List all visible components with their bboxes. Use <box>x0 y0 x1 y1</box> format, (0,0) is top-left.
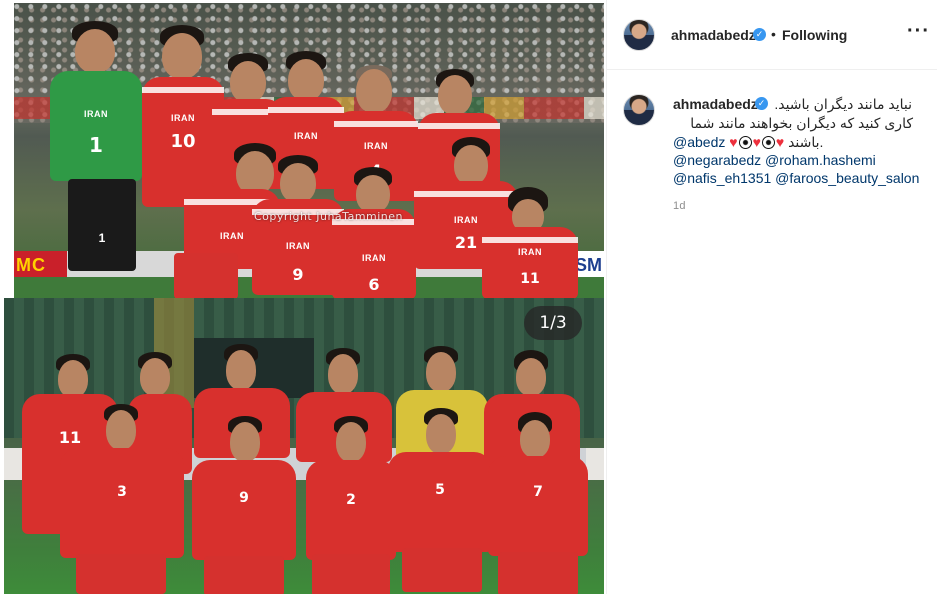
post-header: ahmadabedz ✓ • Following ··· <box>607 0 937 70</box>
soccer-ball-icon <box>738 136 752 149</box>
caption-line-2: کاری کنید که دیگران بخواهند مانند شما <box>690 115 913 131</box>
heart-icon: ♥ <box>752 134 761 150</box>
mention-abedz[interactable]: @abedz <box>673 134 725 150</box>
jersey-text: IRAN <box>84 109 108 119</box>
ad-board-right-text: SM <box>575 255 602 275</box>
caption-mentions-2[interactable]: @nafis_eh1351 @faroos_beauty_salon <box>673 170 919 186</box>
follow-button[interactable]: Following <box>782 27 847 43</box>
post-timestamp[interactable]: 1d <box>673 200 686 212</box>
caption-avatar[interactable] <box>623 94 655 126</box>
carousel-indicator: 1/3 <box>524 306 582 340</box>
team-photo-1998: MC SM IRAN 1 1 IRAN 10 IRAN IRAN IRAN IR… <box>14 3 604 299</box>
soccer-ball-icon <box>761 136 775 149</box>
verified-badge-icon: ✓ <box>753 28 766 41</box>
heart-icon: ♥ <box>729 134 738 150</box>
separator-dot: • <box>771 26 776 42</box>
caption-mentions-1[interactable]: @negarabedz @roham.hashemi <box>673 152 876 168</box>
team-photo-modern: 11 3 9 2 5 7 1/3 <box>4 298 604 594</box>
jersey-number: 1 <box>89 133 103 157</box>
caption-line-3: @abedz ♥ ♥ ♥ باشند. <box>673 134 823 151</box>
post-media[interactable]: MC SM IRAN 1 1 IRAN 10 IRAN IRAN IRAN IR… <box>0 0 606 594</box>
heart-icon: ♥ <box>775 134 785 150</box>
caption-line-3-text: باشند. <box>788 134 824 150</box>
photo-watermark: Copyright JuhaTamminen <box>254 210 404 223</box>
caption-emojis: ♥ ♥ ♥ <box>729 134 788 150</box>
header-username[interactable]: ahmadabedz <box>671 27 756 43</box>
ad-board-left-text: MC <box>16 255 46 275</box>
avatar[interactable] <box>623 19 655 51</box>
caption-line-1: نباید مانند دیگران باشید. <box>774 96 912 112</box>
post-side-panel: ahmadabedz ✓ • Following ··· ahmadabedz … <box>606 0 937 594</box>
caption-username[interactable]: ahmadabedz <box>673 96 758 112</box>
more-options-icon[interactable]: ··· <box>907 20 930 43</box>
